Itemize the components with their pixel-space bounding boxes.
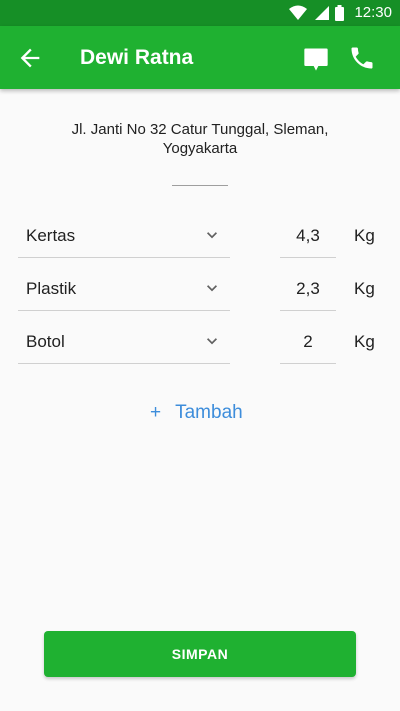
chat-icon[interactable] [302,45,330,73]
item-row: Plastik 2,3 Kg [0,267,400,311]
plus-icon: + [150,402,162,423]
contact-name-title: Dewi Ratna [80,46,194,69]
chevron-down-icon [207,232,217,239]
app-bar: Dewi Ratna [0,26,400,89]
wifi-icon [289,5,308,20]
chevron-down-icon [207,285,217,292]
unit-label: Kg [354,279,375,298]
item-row: Kertas 4,3 Kg [0,214,400,258]
unit-label: Kg [354,332,375,351]
item-type-label: Kertas [26,226,76,245]
unit-label: Kg [354,226,375,245]
quantity-input[interactable]: 2 [280,320,336,364]
signal-icon [315,5,330,20]
address-text: Jl. Janti No 32 Catur Tunggal, Sleman, Y… [71,121,329,157]
divider [172,185,228,186]
back-arrow-icon[interactable] [16,44,44,72]
chevron-down-icon [207,338,217,345]
quantity-input[interactable]: 2,3 [280,267,336,311]
status-icons: 12:30 [289,4,392,21]
item-row: Botol 2 Kg [0,320,400,364]
item-type-label: Botol [26,332,65,351]
battery-icon [335,4,345,21]
quantity-input[interactable]: 4,3 [280,214,336,258]
item-type-dropdown[interactable]: Kertas [18,214,230,258]
status-bar: 12:30 [0,0,400,26]
status-time: 12:30 [354,4,392,21]
item-type-label: Plastik [26,279,77,298]
save-button[interactable]: SIMPAN [44,631,356,677]
item-type-dropdown[interactable]: Plastik [18,267,230,311]
phone-icon[interactable] [348,44,376,72]
item-type-dropdown[interactable]: Botol [18,320,230,364]
add-item-label: Tambah [175,402,243,423]
add-item-button[interactable]: + Tambah [150,402,243,424]
